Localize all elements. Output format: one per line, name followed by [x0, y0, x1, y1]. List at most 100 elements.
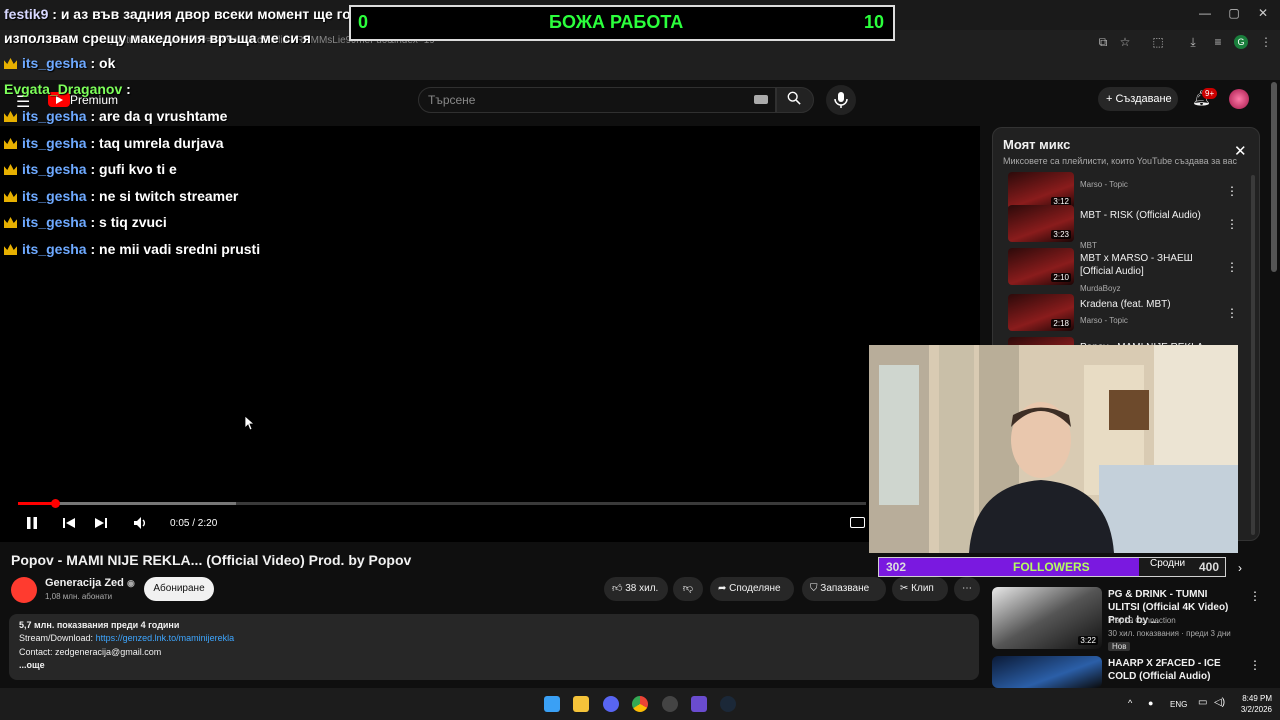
- chat-username[interactable]: Evgata_Draganov: [4, 81, 122, 97]
- subtitles-icon[interactable]: [850, 517, 865, 528]
- language-indicator[interactable]: ENG: [1170, 700, 1187, 709]
- recommendation-title[interactable]: HAARP X 2FACED - ICE COLD (Official Audi…: [1108, 657, 1238, 683]
- scissors-icon: ✂: [900, 583, 909, 594]
- chat-separator: :: [86, 188, 100, 204]
- page-scrollbar[interactable]: [1271, 82, 1277, 272]
- account-avatar[interactable]: [1229, 89, 1249, 109]
- download-icon[interactable]: ⤓: [1185, 34, 1201, 50]
- video-title: Popov - MAMI NIJE REKLA... (Official Vid…: [11, 552, 412, 568]
- subscriber-count: 1,08 млн. абонати: [45, 592, 113, 601]
- keyboard-icon[interactable]: [754, 95, 768, 104]
- windows-start-icon[interactable]: [544, 696, 560, 712]
- mix-item-menu-icon[interactable]: ⋮: [1226, 260, 1238, 274]
- volume-button[interactable]: [133, 515, 149, 534]
- recommendation-menu-icon[interactable]: ⋮: [1249, 589, 1261, 603]
- discord-icon[interactable]: [603, 696, 619, 712]
- voice-search-button[interactable]: [826, 85, 856, 115]
- pause-button[interactable]: [25, 515, 39, 534]
- mix-item-thumbnail[interactable]: 2:18: [1008, 294, 1074, 331]
- extensions-icon[interactable]: ⬚: [1150, 34, 1166, 50]
- speaker-icon[interactable]: ◁): [1214, 697, 1225, 708]
- mix-item-thumbnail[interactable]: 2:10: [1008, 248, 1074, 285]
- related-label[interactable]: Сродни: [1150, 558, 1185, 569]
- channel-name[interactable]: Generacija Zed ◉: [45, 577, 135, 589]
- close-mix-icon[interactable]: ✕: [1234, 142, 1247, 160]
- reading-list-icon[interactable]: ≡: [1210, 34, 1226, 50]
- chevron-right-icon[interactable]: ›: [1238, 561, 1242, 575]
- crown-badge-icon: [4, 191, 17, 202]
- chat-text: ne si twitch streamer: [99, 188, 239, 204]
- chat-separator: :: [86, 214, 100, 230]
- mix-item-menu-icon[interactable]: ⋮: [1226, 306, 1238, 320]
- channel-name-text[interactable]: Generacija Zed: [45, 577, 124, 589]
- stream-link[interactable]: https://genzed.lnk.to/maminijerekla: [96, 633, 235, 643]
- mix-item-title[interactable]: Kradena (feat. MBT): [1080, 298, 1220, 311]
- bookmark-star-icon[interactable]: ☆: [1117, 34, 1133, 50]
- chat-message: its_gesha : ok: [4, 55, 115, 71]
- recommendation-thumbnail[interactable]: 3:22: [992, 587, 1102, 649]
- chat-username[interactable]: its_gesha: [22, 161, 87, 177]
- file-explorer-icon[interactable]: [573, 696, 589, 712]
- chat-username[interactable]: its_gesha: [22, 241, 87, 257]
- menu-icon[interactable]: ⋮: [1258, 34, 1274, 50]
- location-icon[interactable]: ●: [1148, 698, 1153, 708]
- clip-label: Клип: [911, 583, 934, 594]
- chrome-icon[interactable]: [632, 696, 648, 712]
- previous-icon: [63, 518, 75, 528]
- share-icon: ➦: [718, 583, 727, 594]
- chat-message: festik9 : и аз във задния двор всеки мом…: [4, 6, 351, 22]
- mix-item-menu-icon[interactable]: ⋮: [1226, 217, 1238, 231]
- minimize-button[interactable]: —: [1190, 6, 1220, 24]
- recommendation-menu-icon[interactable]: ⋮: [1249, 658, 1261, 672]
- previous-button[interactable]: [62, 515, 76, 534]
- obs-icon[interactable]: [662, 696, 678, 712]
- recommendation-thumbnail[interactable]: [992, 656, 1102, 688]
- next-button[interactable]: [94, 515, 108, 534]
- cast-icon[interactable]: ⧉: [1095, 34, 1111, 50]
- chat-username[interactable]: its_gesha: [22, 108, 87, 124]
- maximize-button[interactable]: ▢: [1219, 6, 1249, 24]
- close-window-button[interactable]: ✕: [1248, 6, 1278, 24]
- channel-avatar[interactable]: [11, 577, 37, 603]
- more-actions-button[interactable]: ⋯: [954, 577, 980, 601]
- counter-title: БОЖА РАБОТА: [549, 12, 684, 32]
- mix-item-channel: MurdaBoyz: [1080, 284, 1121, 293]
- show-more-link[interactable]: ...още: [19, 660, 45, 670]
- mix-scrollbar[interactable]: [1251, 175, 1255, 535]
- steam-icon[interactable]: [720, 696, 736, 712]
- like-button[interactable]: 👍︎ 38 хил.: [604, 577, 668, 601]
- mix-item-channel: Marso - Topic: [1080, 316, 1128, 325]
- network-icon[interactable]: ▭: [1198, 697, 1207, 708]
- mix-item-title[interactable]: MBT x MARSO - ЗНАЕШ [Official Audio]: [1080, 252, 1220, 278]
- chat-username[interactable]: festik9: [4, 6, 48, 22]
- mix-item-title[interactable]: MBT - RISK (Official Audio): [1080, 209, 1220, 222]
- share-button[interactable]: ➦ Споделяне: [710, 577, 794, 601]
- chat-text: и аз във задния двор всеки момент ще го: [60, 6, 351, 22]
- mix-item-menu-icon[interactable]: ⋮: [1226, 184, 1238, 198]
- chat-text: ok: [99, 55, 116, 71]
- chat-username[interactable]: its_gesha: [22, 135, 87, 151]
- chat-username[interactable]: its_gesha: [22, 214, 87, 230]
- tray-chevron-icon[interactable]: ^: [1128, 698, 1132, 708]
- like-count: 38 хил.: [625, 583, 659, 594]
- dislike-button[interactable]: 👎︎: [673, 577, 703, 601]
- chat-text: ne mii vadi sredni prusti: [99, 241, 261, 257]
- progress-scrubber-handle[interactable]: [51, 499, 60, 508]
- taskbar-clock[interactable]: 8:49 PM 3/2/2026: [1232, 693, 1272, 715]
- subscribe-button[interactable]: Абониране: [144, 577, 214, 601]
- crown-badge-icon: [4, 244, 17, 255]
- profile-avatar[interactable]: G: [1234, 35, 1248, 49]
- save-button[interactable]: ⛉ Запазване: [802, 577, 886, 601]
- mix-item-thumbnail[interactable]: 3:23: [1008, 205, 1074, 242]
- grid-app-icon[interactable]: [691, 696, 707, 712]
- chat-username[interactable]: its_gesha: [22, 55, 87, 71]
- mix-item-duration: 2:10: [1051, 273, 1071, 282]
- mix-item-duration: 3:23: [1051, 230, 1071, 239]
- mix-item-thumbnail[interactable]: 3:12: [1008, 172, 1074, 209]
- clock-date: 3/2/2026: [1240, 705, 1272, 714]
- chat-text: s tiq zvuci: [99, 214, 167, 230]
- clip-button[interactable]: ✂ Клип: [892, 577, 948, 601]
- recommendation-channel[interactable]: Trap19 Connection: [1108, 616, 1176, 625]
- create-button[interactable]: + Създаване: [1098, 87, 1178, 111]
- chat-username[interactable]: its_gesha: [22, 188, 87, 204]
